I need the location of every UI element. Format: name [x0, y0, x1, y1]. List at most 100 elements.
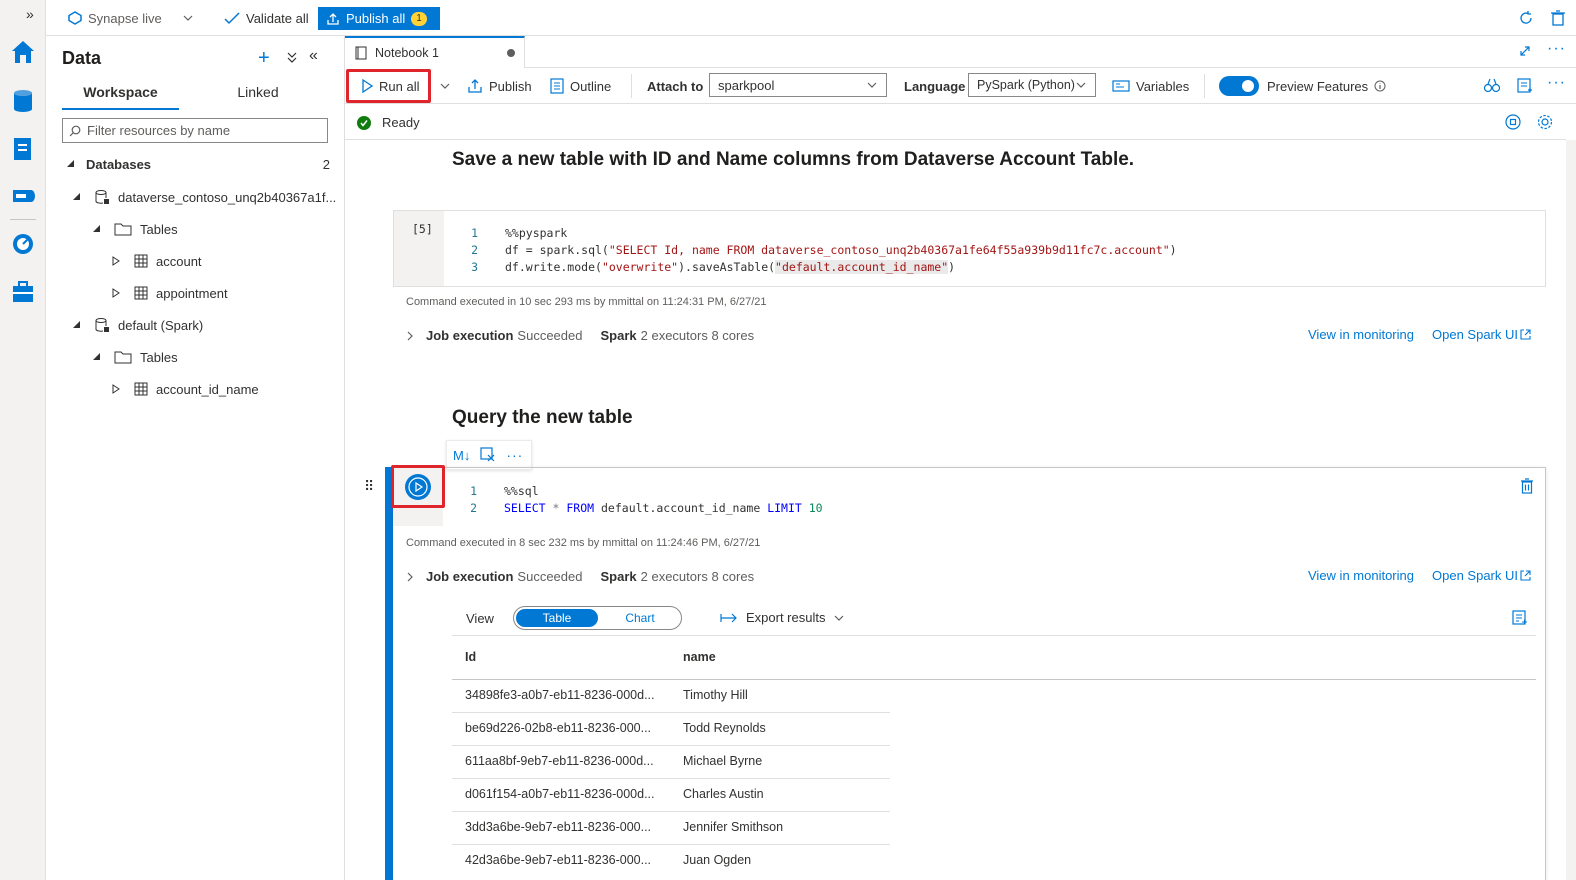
job-label: Job execution [426, 328, 514, 343]
database-item-default[interactable]: default (Spark) [72, 314, 203, 336]
table-icon [134, 286, 148, 300]
more-icon[interactable]: ··· [506, 447, 523, 463]
preview-features-label: Preview Features [1267, 78, 1369, 94]
line-number: 2 [471, 243, 478, 257]
data-icon[interactable] [9, 87, 37, 115]
notebook-settings-icon[interactable] [1516, 77, 1534, 95]
tab-linked[interactable]: Linked [196, 82, 320, 110]
properties-icon[interactable] [1483, 77, 1501, 95]
open-spark-ui-label: Open Spark UI [1432, 327, 1518, 342]
language-value: PySpark (Python) [977, 78, 1075, 92]
preview-features-toggle[interactable] [1219, 76, 1259, 96]
code-editor[interactable]: 1 %%pyspark 2 df = spark.sql("SELECT Id, n… [458, 225, 1177, 276]
code-string: "SELECT Id, name FROM dataverse_contoso_… [608, 243, 1170, 257]
language-select[interactable]: PySpark (Python) [968, 73, 1096, 97]
spark-pool-value: sparkpool [718, 77, 775, 93]
code-cell[interactable]: [5] 1 %%pyspark 2 df = spark.sql("SELECT I… [393, 210, 1546, 287]
more-icon[interactable]: ··· [1547, 40, 1566, 58]
preview-features: Preview Features [1267, 68, 1386, 104]
job-execution-summary[interactable]: Job execution Succeeded Spark 2 executor… [406, 569, 754, 584]
job-state: Succeeded [517, 569, 583, 584]
chevron-down-icon [835, 615, 844, 621]
stop-session-icon[interactable] [1505, 114, 1521, 130]
upload-icon [468, 79, 482, 93]
chart-view-button[interactable]: Chart [600, 609, 680, 627]
chevron-right-icon [407, 572, 413, 581]
table-icon [134, 382, 148, 396]
notebook-scrollbar[interactable] [1566, 140, 1576, 880]
export-results-button[interactable]: Export results [720, 610, 845, 625]
table-view-button[interactable]: Table [516, 609, 598, 627]
filter-placeholder: Filter resources by name [87, 123, 231, 138]
code-keyword: FROM [566, 501, 595, 515]
code-text: %%pyspark [505, 226, 568, 240]
outline-button[interactable]: Outline [550, 68, 611, 104]
develop-icon[interactable] [9, 135, 37, 163]
table-cell: be69d226-02b8-eb11-8236-000... [465, 721, 652, 735]
line-number: 2 [470, 501, 477, 515]
session-settings-icon[interactable] [1537, 114, 1553, 130]
tables-folder[interactable]: Tables [92, 218, 178, 240]
variables-button[interactable]: Variables [1112, 68, 1189, 104]
data-panel-title: Data [62, 48, 102, 68]
refresh-icon[interactable] [1518, 10, 1534, 26]
run-options-chevron-icon[interactable] [439, 80, 451, 92]
publish-all-button[interactable]: Publish all 1 [318, 7, 440, 30]
table-cell: Timothy Hill [683, 688, 748, 702]
top-toolbar: Synapse live Validate all Publish all 1 [46, 0, 1576, 36]
open-spark-ui-link[interactable]: Open Spark UI [1432, 327, 1531, 342]
databases-section[interactable]: Databases 2 [66, 153, 330, 175]
info-icon[interactable] [1374, 80, 1386, 92]
delete-cell-icon[interactable] [1520, 478, 1534, 494]
maximize-icon[interactable] [1518, 44, 1532, 58]
filter-resources-input[interactable]: Filter resources by name [62, 118, 328, 143]
tables-folder[interactable]: Tables [92, 346, 178, 368]
spark-pool-select[interactable]: sparkpool [709, 73, 887, 97]
collapse-panel-icon[interactable]: « [309, 47, 318, 65]
outline-icon [550, 78, 564, 94]
validate-all-button[interactable]: Validate all [224, 0, 309, 36]
expand-icon[interactable]: » [26, 6, 34, 22]
column-header-id[interactable]: Id [465, 650, 476, 664]
code-editor[interactable]: 1 %%sql 2 SELECT * FROM default.account_id… [457, 483, 823, 517]
variables-icon [1112, 80, 1130, 92]
collapse-all-icon[interactable] [286, 50, 298, 64]
database-icon [95, 190, 109, 204]
add-resource-icon[interactable]: + [258, 48, 270, 68]
database-item-dataverse[interactable]: dataverse_contoso_unq2b40367a1f... [72, 186, 336, 208]
code-text: df.write.mode( [505, 260, 602, 274]
expand-triangle-icon [112, 384, 120, 394]
workspace-selector[interactable]: Synapse live [68, 0, 194, 36]
selected-cell-indicator [385, 467, 393, 880]
table-cell: 611aa8bf-9eb7-eb11-8236-000d... [465, 754, 654, 768]
manage-icon[interactable] [9, 278, 37, 306]
integrate-icon[interactable] [9, 182, 37, 210]
home-icon[interactable] [9, 38, 37, 66]
discard-icon[interactable] [1550, 10, 1566, 26]
job-execution-summary[interactable]: Job execution Succeeded Spark 2 executor… [406, 328, 754, 343]
open-spark-ui-link[interactable]: Open Spark UI [1432, 568, 1531, 583]
table-cell: 34898fe3-a0b7-eb11-8236-000d... [465, 688, 655, 702]
tab-notebook-1[interactable]: Notebook 1 [345, 36, 525, 68]
drag-handle-icon[interactable]: ⠿ [364, 478, 374, 495]
table-item-account[interactable]: account [112, 250, 202, 272]
publish-all-label: Publish all [346, 11, 406, 26]
unsaved-dot-icon [507, 49, 515, 57]
view-in-monitoring-link[interactable]: View in monitoring [1308, 327, 1414, 342]
monitor-icon[interactable] [9, 230, 37, 258]
line-number: 1 [471, 226, 478, 240]
code-cell-selected[interactable]: 1 %%sql 2 SELECT * FROM default.account_id… [393, 467, 1546, 880]
collapse-triangle-icon [93, 353, 100, 360]
view-in-monitoring-link[interactable]: View in monitoring [1308, 568, 1414, 583]
convert-markdown-icon[interactable]: M↓ [453, 448, 470, 463]
clear-output-icon[interactable] [480, 447, 496, 463]
table-item-account-id-name[interactable]: account_id_name [112, 378, 259, 400]
table-item-appointment[interactable]: appointment [112, 282, 228, 304]
publish-button[interactable]: Publish [467, 68, 532, 104]
more-icon[interactable]: ··· [1547, 74, 1566, 92]
results-settings-icon[interactable] [1512, 610, 1528, 626]
column-header-name[interactable]: name [683, 650, 716, 664]
tab-workspace[interactable]: Workspace [62, 82, 179, 110]
job-label: Job execution [426, 569, 514, 584]
databases-label: Databases [86, 156, 152, 172]
